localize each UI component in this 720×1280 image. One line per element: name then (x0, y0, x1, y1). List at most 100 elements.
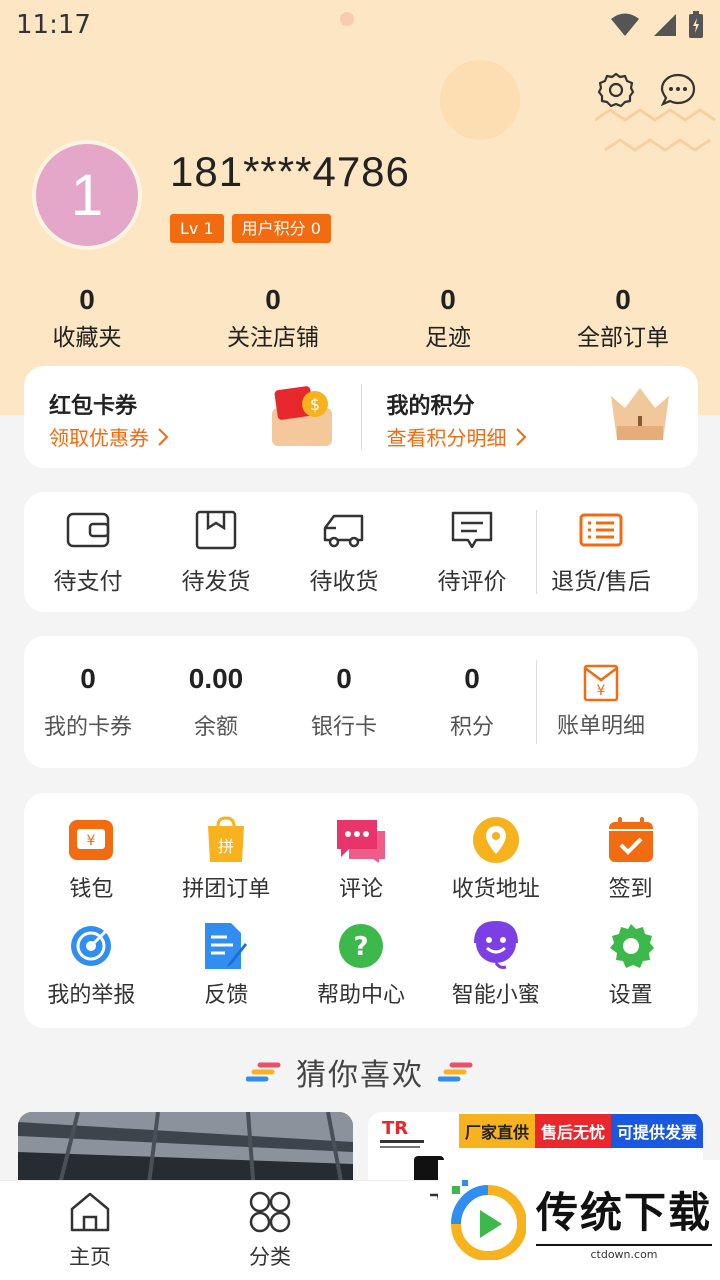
stat-all-orders[interactable]: 0 全部订单 (563, 284, 683, 352)
asset-label: 我的卡券 (43, 715, 132, 740)
asset-points[interactable]: 0 积分 (408, 663, 536, 741)
asset-bank-cards[interactable]: 0 银行卡 (280, 663, 408, 741)
tool-label: 拼团订单 (182, 877, 271, 902)
tool-feedback[interactable]: 反馈 (159, 921, 294, 1027)
svg-text:TR: TR (382, 1118, 408, 1139)
tool-label: 评论 (338, 877, 383, 902)
message-button[interactable] (658, 70, 698, 110)
order-returns[interactable]: 退货/售后 (537, 508, 665, 596)
gear-icon (597, 72, 635, 108)
decor-dash-icon (438, 1062, 473, 1082)
order-label: 待发货 (181, 569, 251, 595)
tool-label: 设置 (608, 983, 653, 1008)
order-label: 待支付 (53, 569, 123, 595)
svg-text:¥: ¥ (87, 833, 96, 849)
stat-label: 全部订单 (577, 325, 669, 351)
points-entry[interactable]: 我的积分 查看积分明细 (362, 366, 699, 468)
svg-text:$: $ (309, 395, 319, 414)
stat-favorites[interactable]: 0 收藏夹 (27, 284, 147, 352)
wallet-icon: ¥ (69, 820, 114, 860)
stat-label: 足迹 (425, 325, 471, 351)
status-time: 11:17 (16, 10, 91, 40)
watermark-text: 传统下载 (536, 1188, 713, 1237)
message-icon (660, 73, 696, 107)
tab-label: 主页 (69, 1245, 111, 1269)
feedback-icon (205, 923, 248, 969)
chevron-right-icon (158, 427, 169, 446)
order-pending-receipt[interactable]: 待收货 (280, 508, 408, 596)
tool-help[interactable]: ? 帮助中心 (294, 921, 429, 1027)
settings-button[interactable] (596, 70, 636, 110)
chevron-right-icon (515, 427, 526, 446)
orders-card: 待支付 待发货 待收货 待评价 退货/售后 (24, 492, 698, 612)
stat-label: 关注店铺 (227, 325, 319, 351)
order-label: 待收货 (309, 569, 379, 595)
brand-logo-icon: TR (380, 1118, 424, 1148)
bill-envelope-icon: ¥ (583, 664, 619, 702)
username: 181****4786 (170, 148, 410, 195)
tool-comments[interactable]: 评论 (294, 815, 429, 921)
tool-wallet[interactable]: ¥ 钱包 (24, 815, 159, 921)
help-icon: ? (338, 924, 383, 968)
points-link: 查看积分明细 (386, 426, 507, 450)
svg-text:拼: 拼 (218, 837, 234, 856)
tab-category[interactable]: 分类 (180, 1181, 360, 1280)
box-icon (195, 510, 237, 550)
watermark-url: ctdown.com (536, 1244, 713, 1261)
bill-label: 账单明细 (556, 714, 645, 739)
order-pending-payment[interactable]: 待支付 (24, 508, 152, 596)
order-pending-shipment[interactable]: 待发货 (152, 508, 280, 596)
avatar-initial: 1 (70, 162, 104, 228)
bill-details[interactable]: ¥ 账单明细 (537, 664, 665, 740)
svg-text:¥: ¥ (597, 683, 606, 699)
stat-value: 0 (265, 284, 281, 315)
tool-checkin[interactable]: 签到 (563, 815, 698, 921)
recommend-section-title: 猜你喜欢 (0, 1050, 720, 1094)
tool-label: 我的举报 (47, 983, 136, 1008)
tool-label: 反馈 (204, 983, 249, 1008)
asset-value: 0 (336, 663, 352, 694)
tool-reports[interactable]: 我的举报 (24, 921, 159, 1027)
assets-card: 0 我的卡券 0.00 余额 0 银行卡 0 积分 ¥ 账单明细 (24, 636, 698, 768)
tab-home[interactable]: 主页 (0, 1181, 180, 1280)
order-label: 待评价 (437, 569, 507, 595)
order-label: 退货/售后 (551, 569, 651, 595)
tool-assistant[interactable]: 智能小蜜 (428, 921, 563, 1027)
decor-circle (440, 60, 520, 140)
truck-icon (323, 514, 364, 548)
asset-value: 0.00 (188, 663, 244, 694)
watermark: 传统下载 ctdown.com (438, 1160, 720, 1280)
status-bar: 11:17 (0, 0, 720, 50)
decor-dash-icon (246, 1062, 281, 1082)
battery-icon (689, 11, 703, 38)
comment-icon (451, 511, 493, 549)
tool-label: 收货地址 (451, 877, 540, 902)
product-tag: 可提供发票 (610, 1114, 703, 1148)
avatar[interactable]: 1 (32, 140, 142, 250)
gear-icon (609, 924, 654, 968)
chat-icon (336, 820, 385, 863)
asset-label: 银行卡 (310, 715, 377, 740)
order-pending-review[interactable]: 待评价 (408, 508, 536, 596)
tool-settings[interactable]: 设置 (563, 921, 698, 1027)
tool-label: 智能小蜜 (451, 983, 540, 1008)
stat-value: 0 (79, 284, 95, 315)
tool-group-orders[interactable]: 拼 拼团订单 (159, 815, 294, 921)
list-icon (579, 513, 623, 547)
tool-address[interactable]: 收货地址 (428, 815, 563, 921)
asset-coupons[interactable]: 0 我的卡券 (24, 663, 152, 741)
points-badge: 用户积分 0 (231, 214, 331, 243)
coupons-entry[interactable]: 红包卡券 领取优惠券 $ (24, 366, 361, 468)
stat-value: 0 (440, 284, 456, 315)
wifi-icon (611, 13, 639, 36)
calendar-icon (608, 817, 653, 862)
stat-footprints[interactable]: 0 足迹 (398, 284, 498, 352)
watermark-logo-icon (451, 1180, 526, 1260)
stat-followed-shops[interactable]: 0 关注店铺 (208, 284, 338, 352)
asset-balance[interactable]: 0.00 余额 (152, 663, 280, 741)
tools-card: ¥ 钱包 拼 拼团订单 评论 收货地址 签到 我的举报 反馈 ? 帮助中心 智能… (24, 793, 698, 1028)
recommend-title: 猜你喜欢 (296, 1058, 424, 1093)
tab-label: 分类 (249, 1245, 291, 1269)
stat-label: 收藏夹 (52, 325, 122, 351)
group-buy-icon: 拼 (208, 816, 245, 862)
